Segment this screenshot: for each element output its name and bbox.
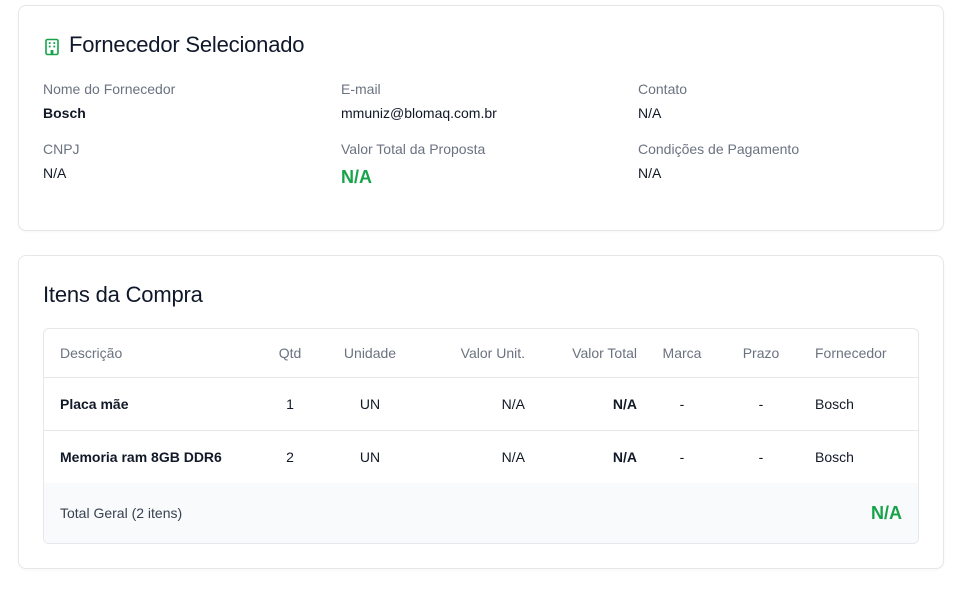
col-fornecedor: Fornecedor [799,329,918,378]
field-condicoes-value: N/A [638,165,662,181]
cell-descricao: Placa mãe [60,395,129,412]
supplier-card-title-text: Fornecedor Selecionado [69,32,305,57]
cell-valor-total: N/A [612,448,637,465]
cell-marca: - [679,395,685,412]
cell-unidade: UN [359,395,381,412]
field-valor-total-value: N/A [341,167,372,187]
field-nome-label: Nome do Fornecedor [43,81,176,97]
cell-marca: - [679,448,685,465]
total-value: N/A [871,502,902,523]
field-contato-value: N/A [638,105,662,121]
field-email-label: E-mail [341,81,381,97]
field-nome-value: Bosch [43,105,86,121]
cell-valor-unit: N/A [501,448,525,465]
field-cnpj-value: N/A [43,165,67,181]
cell-valor-total: N/A [612,395,637,412]
col-valor-total: Valor Total [529,329,641,378]
items-card-title: Itens da Compra [43,282,203,307]
building-icon [43,36,61,56]
col-marca: Marca [641,329,723,378]
table-row: Memoria ram 8GB DDR6 2 UN N/A N/A - - Bo… [44,430,918,483]
field-cnpj: CNPJ N/A [43,140,323,182]
col-unidade: Unidade [326,329,414,378]
field-cnpj-label: CNPJ [43,141,80,157]
field-email: E-mail mmuniz@blomaq.com.br [341,80,621,122]
table-row: Placa mãe 1 UN N/A N/A - - Bosch [44,377,918,430]
total-label: Total Geral (2 itens) [60,505,183,521]
field-valor-total: Valor Total da Proposta N/A [341,140,621,188]
field-condicoes: Condições de Pagamento N/A [638,140,918,182]
col-descricao: Descrição [44,329,254,378]
items-card: Itens da Compra Descrição Qtd Unidade Va… [18,255,944,569]
field-valor-total-label: Valor Total da Proposta [341,141,486,157]
field-nome: Nome do Fornecedor Bosch [43,80,323,122]
cell-fornecedor: Bosch [815,395,854,412]
cell-unidade: UN [359,448,381,465]
field-email-value: mmuniz@blomaq.com.br [341,105,497,121]
cell-qtd: 1 [286,395,294,412]
total-row: Total Geral (2 itens) N/A [44,483,918,543]
cell-qtd: 2 [286,448,294,465]
cell-fornecedor: Bosch [815,448,854,465]
field-condicoes-label: Condições de Pagamento [638,141,800,157]
field-contato-label: Contato [638,81,688,97]
col-qtd: Qtd [254,329,326,378]
col-valor-unit: Valor Unit. [414,329,529,378]
cell-valor-unit: N/A [501,395,525,412]
field-contato: Contato N/A [638,80,918,122]
cell-prazo: - [758,395,764,412]
table-header-row: Descrição Qtd Unidade Valor Unit. Valor … [44,329,918,378]
supplier-card: Fornecedor Selecionado Nome do Fornecedo… [18,5,944,231]
col-prazo: Prazo [723,329,799,378]
cell-prazo: - [758,448,764,465]
cell-descricao: Memoria ram 8GB DDR6 [60,448,222,465]
supplier-card-title: Fornecedor Selecionado [43,32,305,58]
items-table: Descrição Qtd Unidade Valor Unit. Valor … [43,328,919,544]
